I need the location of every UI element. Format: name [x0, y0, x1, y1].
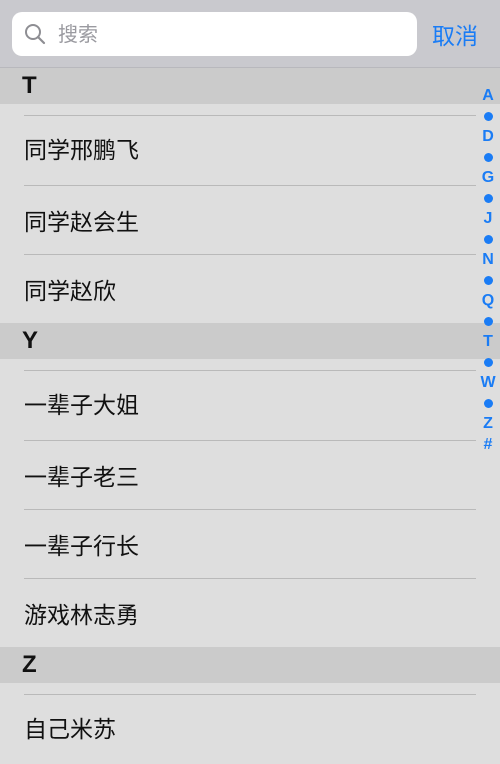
search-field[interactable] [12, 12, 417, 56]
cancel-button[interactable]: 取消 [432, 17, 478, 51]
list-item[interactable]: 一辈子大姐 [0, 359, 500, 440]
index-letter-g[interactable]: G [482, 168, 494, 189]
index-dot[interactable] [483, 189, 493, 210]
search-bar: 取消 [0, 0, 500, 68]
index-dot[interactable] [483, 107, 493, 128]
list-item[interactable]: 同学赵欣 [0, 254, 500, 323]
index-letter-d[interactable]: D [482, 127, 494, 148]
search-input[interactable] [58, 22, 378, 46]
index-letter-j[interactable]: J [484, 209, 493, 230]
list-item[interactable]: 一辈子老三 [0, 440, 500, 509]
index-dot[interactable] [483, 353, 493, 374]
index-dot[interactable] [483, 394, 493, 415]
list-item[interactable]: 一辈子行长 [0, 509, 500, 578]
contact-list: T 同学邢鹏飞 同学赵会生 同学赵欣 Y 一辈子大姐 一辈子老三 一辈子行长 游… [0, 68, 500, 764]
index-dot[interactable] [483, 271, 493, 292]
index-dot[interactable] [483, 230, 493, 251]
section-header-z: Z [0, 647, 500, 683]
list-item[interactable]: 同学邢鹏飞 [0, 104, 500, 185]
index-letter-a[interactable]: A [482, 86, 494, 107]
index-letter-z[interactable]: Z [483, 414, 493, 435]
index-letter-n[interactable]: N [482, 250, 494, 271]
search-icon [24, 23, 46, 45]
section-header-y: Y [0, 323, 500, 359]
index-dot[interactable] [483, 312, 493, 333]
index-letter-hash[interactable]: # [484, 435, 493, 456]
index-dot[interactable] [483, 148, 493, 169]
list-item[interactable]: 同学赵会生 [0, 185, 500, 254]
section-index-bar[interactable]: A D G J N Q T W Z # [476, 86, 500, 455]
list-item[interactable]: 游戏林志勇 [0, 578, 500, 647]
section-header-t: T [0, 68, 500, 104]
index-letter-t[interactable]: T [483, 332, 493, 353]
index-letter-q[interactable]: Q [482, 291, 494, 312]
list-item[interactable]: 自己米苏 [0, 683, 500, 764]
index-letter-w[interactable]: W [480, 373, 495, 394]
